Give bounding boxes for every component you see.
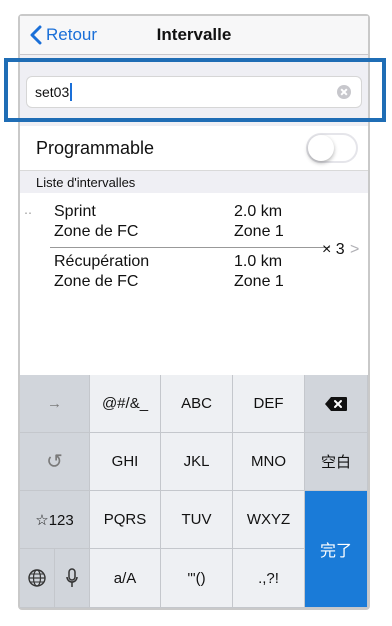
section-header: Liste d'intervalles — [20, 171, 368, 193]
microphone-icon — [66, 568, 78, 587]
globe-icon — [28, 569, 46, 587]
programmable-row: Programmable — [20, 126, 368, 171]
punctuation-key[interactable]: .,?! — [233, 549, 305, 608]
ghi-key[interactable]: GHI — [90, 433, 161, 491]
phone-frame: Retour Intervalle set03 Programmable Lis… — [0, 0, 392, 626]
keyboard: → @#/&_ ABC DEF ↺ GHI JKL MNO 空白 ☆123 PQ… — [20, 375, 368, 608]
toggle-knob — [308, 135, 334, 161]
programmable-toggle[interactable] — [306, 133, 358, 163]
name-input[interactable]: set03 — [26, 76, 362, 108]
abc-key[interactable]: ABC — [161, 375, 233, 433]
space-key[interactable]: 空白 — [305, 433, 368, 491]
text-caret — [70, 83, 72, 101]
pqrs-key[interactable]: PQRS — [90, 491, 161, 549]
numbers-key[interactable]: ☆123 — [20, 491, 90, 549]
symbols-key[interactable]: @#/&_ — [90, 375, 161, 433]
done-key[interactable]: 完了 — [305, 491, 368, 608]
interval-value: Zone 1 — [234, 273, 284, 290]
delete-key[interactable] — [305, 375, 368, 433]
name-input-value: set03 — [35, 84, 70, 100]
page-title: Intervalle — [156, 25, 232, 44]
section-title: Liste d'intervalles — [36, 175, 136, 190]
programmable-label: Programmable — [36, 138, 155, 158]
interval-value: Zone 1 — [234, 223, 284, 240]
interval-divider — [50, 247, 330, 248]
next-key[interactable]: → — [20, 375, 90, 433]
interval-label: Zone de FC — [54, 223, 139, 240]
wxyz-key[interactable]: WXYZ — [233, 491, 305, 549]
repeat-count: × 3 — [322, 241, 345, 258]
clear-icon[interactable] — [337, 85, 351, 99]
navigation-bar: Retour Intervalle — [20, 16, 368, 55]
interval-value: 1.0 km — [234, 253, 283, 270]
interval-value: 2.0 km — [234, 203, 283, 220]
def-key[interactable]: DEF — [233, 375, 305, 433]
chevron-right-icon: > — [350, 241, 360, 258]
empty-list-area — [20, 315, 368, 375]
reorder-handle-icon[interactable]: ‥ — [24, 203, 33, 217]
interval-label: Sprint — [54, 203, 96, 220]
backspace-icon — [325, 396, 347, 411]
tuv-key[interactable]: TUV — [161, 491, 233, 549]
interval-label: Zone de FC — [54, 273, 139, 290]
undo-key[interactable]: ↺ — [20, 433, 90, 491]
mno-key[interactable]: MNO — [233, 433, 305, 491]
interval-label: Récupération — [54, 253, 150, 270]
jkl-key[interactable]: JKL — [161, 433, 233, 491]
interval-set[interactable]: ‥ Sprint 2.0 km Zone de FC Zone 1 Récupé… — [20, 193, 368, 316]
mic-key[interactable] — [55, 549, 90, 608]
globe-key[interactable] — [20, 549, 55, 608]
case-key[interactable]: a/A — [90, 549, 161, 608]
quotes-key[interactable]: '"() — [161, 549, 233, 608]
